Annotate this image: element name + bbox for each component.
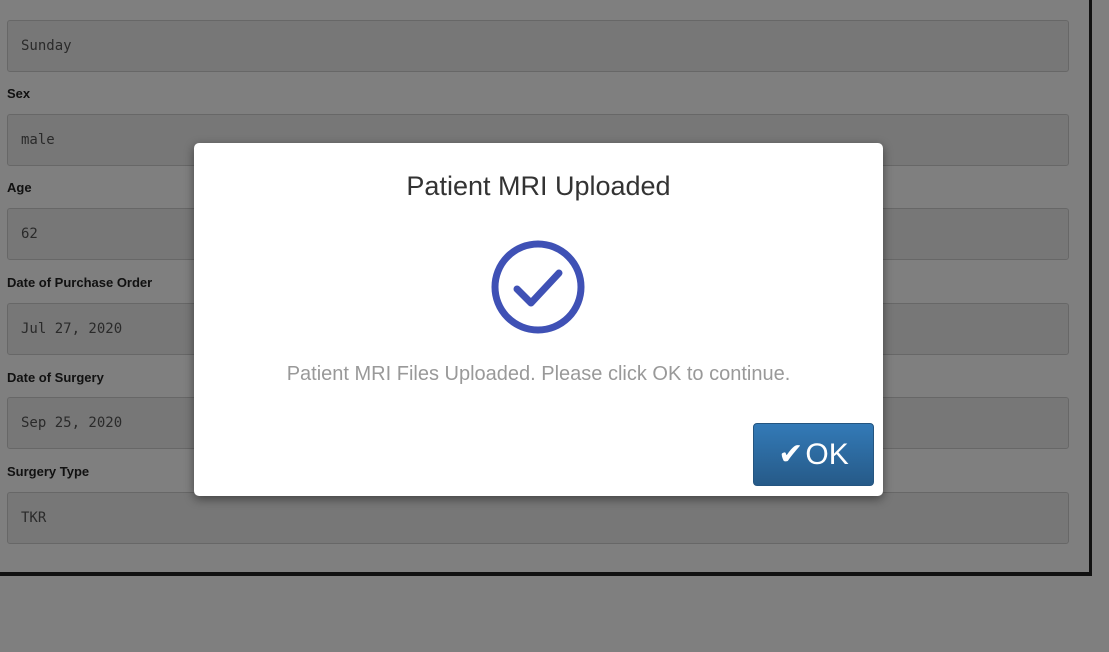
checkmark-icon: ✔ (778, 438, 804, 471)
dialog-message: Patient MRI Files Uploaded. Please click… (286, 363, 791, 385)
check-circle-icon (487, 236, 589, 338)
ok-button-label: OK (805, 437, 849, 471)
dialog-title: Patient MRI Uploaded (406, 171, 671, 201)
upload-success-dialog: Patient MRI Uploaded Patient MRI Files U… (194, 143, 883, 496)
ok-button[interactable]: ✔ OK (753, 423, 874, 486)
